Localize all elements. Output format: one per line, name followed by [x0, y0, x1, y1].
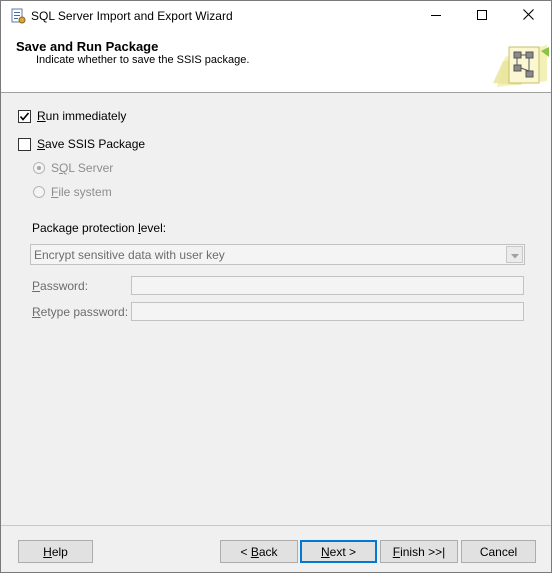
dropdown-button[interactable] — [506, 246, 523, 263]
run-immediately-option[interactable]: Run immediately — [18, 109, 126, 123]
file-system-radio[interactable] — [33, 186, 45, 198]
button-bar: Help < Back Next > Finish >>| Cancel — [1, 525, 551, 573]
wizard-window: SQL Server Import and Export Wizard Save… — [0, 0, 552, 573]
save-package-label: Save SSIS Package — [37, 137, 146, 151]
wizard-app-icon — [10, 8, 26, 24]
protection-level-label: Package protection level: — [32, 221, 167, 235]
minimize-button[interactable] — [413, 1, 459, 31]
next-button[interactable]: Next > — [300, 540, 377, 563]
page-subtitle: Indicate whether to save the SSIS packag… — [36, 54, 250, 66]
maximize-button[interactable] — [459, 1, 505, 31]
back-button[interactable]: < Back — [220, 540, 298, 563]
file-system-option[interactable]: File system — [33, 185, 112, 199]
chevron-down-icon — [510, 248, 519, 262]
window-title: SQL Server Import and Export Wizard — [31, 9, 233, 23]
minimize-icon — [431, 9, 441, 23]
retype-password-label: Retype password: — [32, 305, 129, 319]
run-immediately-checkbox[interactable] — [18, 109, 31, 123]
protection-level-select[interactable]: Encrypt sensitive data with user key — [30, 244, 525, 265]
package-graphic-icon — [491, 37, 551, 91]
retype-password-field[interactable] — [131, 302, 524, 321]
options-panel: Run immediately Save SSIS Package SQL Se… — [1, 93, 551, 523]
protection-level-value: Encrypt sensitive data with user key — [34, 248, 225, 262]
page-title: Save and Run Package — [16, 39, 159, 54]
close-button[interactable] — [505, 1, 551, 31]
save-package-option[interactable]: Save SSIS Package — [18, 137, 145, 151]
close-icon — [522, 9, 534, 23]
password-field[interactable] — [131, 276, 524, 295]
cancel-button[interactable]: Cancel — [461, 540, 536, 563]
password-label: Password: — [32, 279, 89, 293]
sql-server-radio[interactable] — [33, 162, 45, 174]
help-button[interactable]: Help — [18, 540, 93, 563]
page-header: Save and Run Package Indicate whether to… — [1, 31, 551, 93]
maximize-icon — [477, 9, 487, 23]
sql-server-option[interactable]: SQL Server — [33, 161, 113, 175]
save-package-checkbox[interactable] — [18, 137, 31, 151]
title-bar[interactable]: SQL Server Import and Export Wizard — [1, 1, 551, 31]
finish-button[interactable]: Finish >>| — [380, 540, 458, 563]
file-system-label: File system — [51, 185, 112, 199]
run-immediately-label: Run immediately — [37, 109, 127, 123]
sql-server-label: SQL Server — [51, 161, 114, 175]
